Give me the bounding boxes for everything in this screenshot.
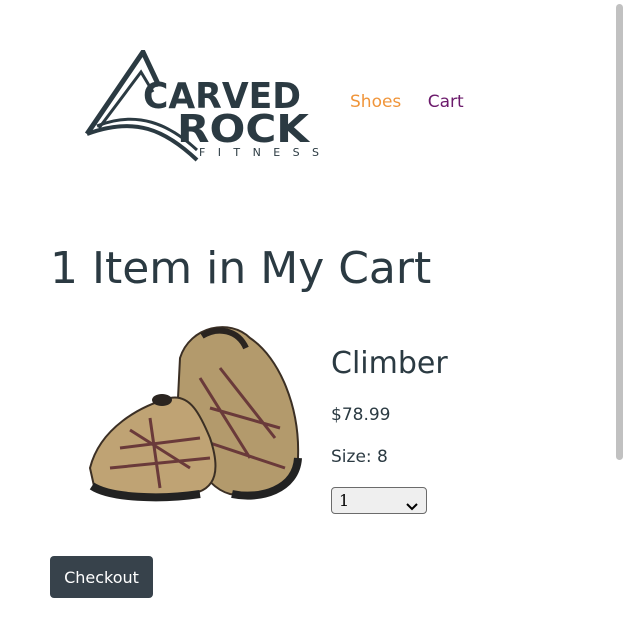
nav-link-shoes[interactable]: Shoes <box>350 92 401 112</box>
logo-word-rock: ROCK <box>177 107 311 151</box>
page-title: 1 Item in My Cart <box>50 243 432 294</box>
main-nav: Shoes Cart <box>350 92 485 112</box>
brand-logo[interactable]: CARVED ROCK FITNESS <box>85 50 325 165</box>
scrollbar-track[interactable] <box>613 0 625 625</box>
product-price: $78.99 <box>331 405 391 425</box>
quantity-select[interactable]: 1 <box>331 487 427 514</box>
chevron-down-icon <box>406 496 418 515</box>
product-name: Climber <box>331 346 448 381</box>
product-image <box>50 318 315 503</box>
checkout-button[interactable]: Checkout <box>50 556 153 598</box>
product-size: Size: 8 <box>331 447 388 467</box>
nav-link-cart[interactable]: Cart <box>428 92 464 112</box>
scrollbar-thumb[interactable] <box>616 4 623 460</box>
quantity-value: 1 <box>339 491 350 510</box>
